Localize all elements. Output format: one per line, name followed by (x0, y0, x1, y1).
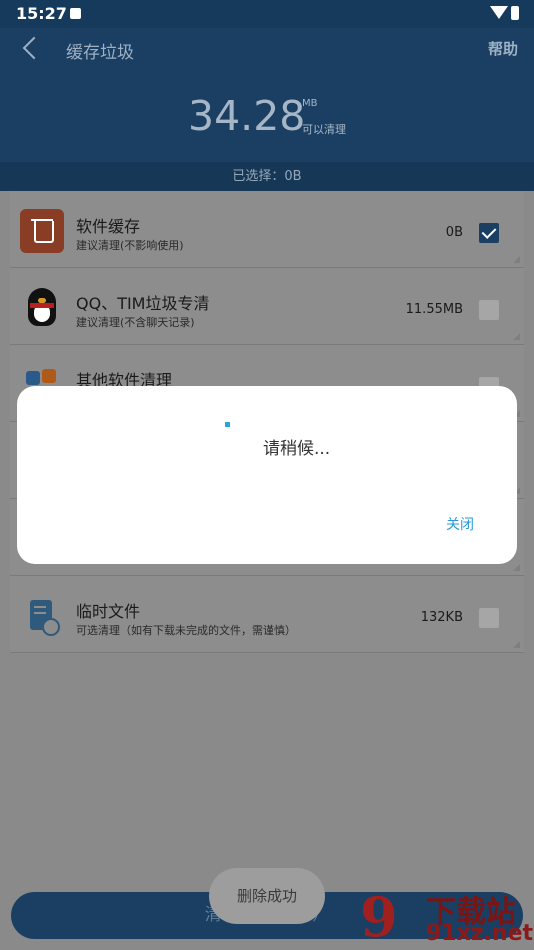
item-checkbox[interactable] (479, 608, 499, 628)
item-name: 软件缓存 (76, 217, 141, 236)
status-bar: 15:27 (0, 0, 534, 28)
corner-mark (513, 333, 520, 340)
battery-icon (511, 6, 519, 20)
item-desc: 建议清理(不含聊天记录) (76, 316, 195, 329)
list-item-temp-files[interactable]: 临时文件 可选清理（如有下载未完成的文件，需谨慎） 132KB (10, 576, 524, 653)
trash-icon (20, 209, 64, 253)
watermark-mark: 9 (360, 885, 398, 949)
item-checkbox[interactable] (479, 300, 499, 320)
corner-mark (513, 641, 520, 648)
item-desc: 建议清理(不影响使用) (76, 239, 184, 252)
list-item-qq-tim[interactable]: QQ、TIM垃圾专清 建议清理(不含聊天记录) 11.55MB (10, 268, 524, 345)
notification-icon (70, 8, 81, 19)
page-title: 缓存垃圾 (66, 43, 134, 63)
junk-size-value: 34.28 (188, 92, 306, 140)
selected-size-bar: 已选择：0B (0, 162, 534, 191)
help-button[interactable]: 帮助 (488, 38, 518, 59)
watermark-url: 91xz.net (426, 921, 534, 946)
toast-message: 删除成功 (209, 868, 325, 924)
loading-dialog: 请稍候... 关闭 (17, 386, 517, 564)
item-name: QQ、TIM垃圾专清 (76, 294, 210, 313)
document-clock-icon (20, 594, 64, 638)
close-button[interactable]: 关闭 (446, 514, 474, 534)
item-size: 0B (445, 225, 463, 240)
item-size: 132KB (420, 610, 463, 625)
qq-penguin-icon (20, 286, 64, 330)
item-checkbox[interactable] (479, 223, 499, 243)
list-item-app-cache[interactable]: 软件缓存 建议清理(不影响使用) 0B (10, 191, 524, 268)
item-name: 临时文件 (76, 602, 141, 621)
junk-size-unit: MB (302, 98, 318, 109)
watermark-logo: 9 下载站 91xz.net (360, 885, 534, 950)
back-icon[interactable] (22, 36, 46, 60)
loading-message: 请稍候... (263, 439, 331, 459)
item-desc: 可选清理（如有下载未完成的文件，需谨慎） (76, 624, 296, 637)
loading-spinner-icon (225, 422, 230, 427)
status-time: 15:27 (16, 4, 67, 23)
corner-mark (513, 564, 520, 571)
corner-mark (513, 256, 520, 263)
cleanable-label: 可以清理 (302, 123, 346, 136)
wifi-icon (490, 6, 508, 19)
header: 缓存垃圾 帮助 34.28 MB 可以清理 (0, 28, 534, 162)
item-size: 11.55MB (405, 302, 463, 317)
